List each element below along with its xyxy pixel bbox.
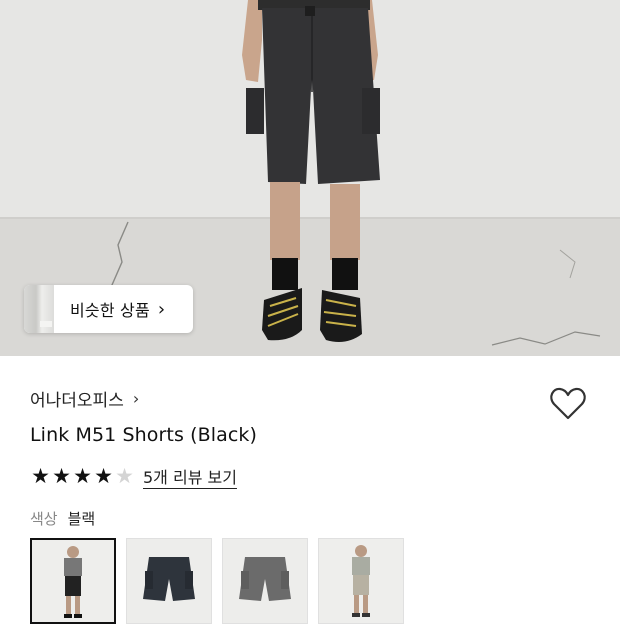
swatch-image (127, 539, 211, 623)
star-filled-icon: ★ (73, 464, 92, 488)
rating-row: ★ ★ ★ ★ ★ 5개 리뷰 보기 (30, 464, 237, 488)
similar-products-thumbnail (24, 285, 54, 333)
brand-name: 어나더오피스 (30, 391, 124, 411)
product-hero-image[interactable]: 비슷한 상품 › (0, 0, 620, 356)
color-swatch-navy[interactable] (126, 538, 212, 624)
heart-icon (550, 387, 586, 420)
wishlist-button[interactable] (549, 386, 587, 422)
star-rating: ★ ★ ★ ★ ★ (30, 464, 135, 488)
brand-link[interactable]: 어나더오피스 › (30, 386, 139, 411)
color-value: 블랙 (67, 510, 96, 528)
swatch-image (223, 539, 307, 623)
swatch-image (319, 539, 403, 623)
star-filled-icon: ★ (94, 464, 113, 488)
product-title: Link M51 Shorts (Black) (30, 424, 258, 446)
color-swatch-black[interactable] (30, 538, 116, 624)
star-empty-icon: ★ (115, 464, 134, 488)
similar-products-button[interactable]: 비슷한 상품 › (24, 285, 193, 333)
star-filled-icon: ★ (52, 464, 71, 488)
star-filled-icon: ★ (31, 464, 50, 488)
color-swatches (30, 538, 404, 624)
chevron-right-icon: › (132, 389, 140, 408)
chevron-right-icon: › (157, 298, 166, 320)
swatch-image (32, 540, 114, 622)
color-row: 색상 블랙 (30, 508, 95, 529)
color-swatch-beige[interactable] (318, 538, 404, 624)
color-swatch-gray[interactable] (222, 538, 308, 624)
color-label: 색상 (30, 510, 58, 528)
similar-products-label: 비슷한 상품 (70, 301, 150, 320)
reviews-link[interactable]: 5개 리뷰 보기 (143, 464, 237, 488)
